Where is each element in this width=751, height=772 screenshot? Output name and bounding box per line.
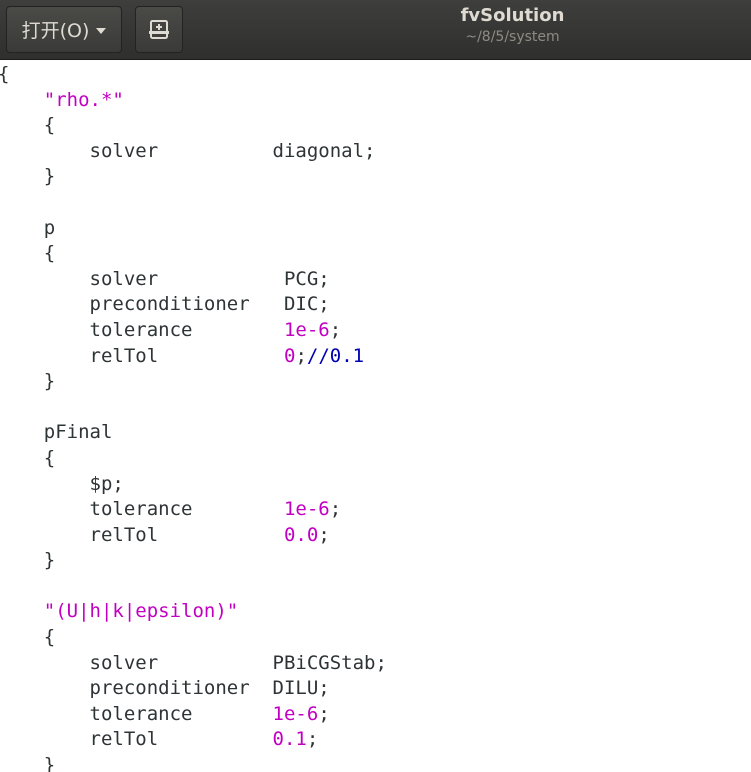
code-token: tolerance	[0, 498, 284, 521]
code-line: preconditioner DILU;	[0, 676, 387, 702]
code-token: 0.1	[272, 728, 307, 751]
code-token: relTol	[0, 523, 284, 546]
code-line: }	[0, 164, 387, 190]
code-line: relTol 0;//0.1	[0, 344, 387, 370]
code-line: "rho.*"	[0, 88, 387, 114]
code-line: tolerance 1e-6;	[0, 702, 387, 728]
code-token: 1e-6	[272, 702, 319, 725]
code-token: solver PBiCGStab;	[0, 651, 387, 674]
text-editor-area[interactable]: { "rho.*" { solver diagonal; } p { solve…	[0, 60, 751, 772]
code-line: "(U|h|k|epsilon)"	[0, 599, 387, 625]
code-line: $p;	[0, 472, 387, 498]
save-document-button[interactable]	[135, 6, 183, 53]
code-token: ;	[306, 728, 319, 751]
code-line: tolerance 1e-6;	[0, 318, 387, 344]
code-token: ;	[318, 702, 330, 725]
save-document-icon	[149, 19, 169, 39]
code-token: "rho.*"	[43, 88, 124, 111]
code-line: {	[0, 241, 387, 267]
code-token: ;	[295, 344, 307, 367]
code-token: 1e-6	[283, 498, 330, 521]
code-token: {	[0, 114, 56, 137]
code-token: relTol	[0, 728, 273, 751]
code-token: {	[0, 446, 56, 469]
code-token: p	[0, 216, 56, 239]
code-line: {	[0, 62, 387, 88]
code-line: solver diagonal;	[0, 139, 387, 165]
window-title: fvSolution	[460, 5, 565, 26]
code-line: preconditioner DIC;	[0, 292, 387, 318]
code-token: preconditioner DILU;	[0, 677, 330, 700]
code-token: 0	[283, 344, 296, 367]
code-token: pFinal	[0, 421, 113, 444]
code-line: relTol 0.0;	[0, 523, 387, 549]
code-token: solver PCG;	[0, 267, 330, 290]
code-line: solver PBiCGStab;	[0, 651, 387, 677]
code-token: {	[0, 626, 56, 649]
code-line: }	[0, 753, 387, 772]
open-menu-button[interactable]: 打开(O)	[6, 6, 122, 53]
code-token: }	[0, 370, 56, 393]
code-token: }	[0, 165, 56, 188]
code-token: }	[0, 754, 56, 772]
code-line: {	[0, 446, 387, 472]
header-bar: 打开(O) fvSolution ~/8/5/system	[0, 0, 751, 60]
code-line: pFinal	[0, 420, 387, 446]
code-line: {	[0, 113, 387, 139]
code-token: tolerance	[0, 702, 273, 725]
code-line: solver PCG;	[0, 267, 387, 293]
code-token: 1e-6	[283, 318, 330, 341]
code-line: {	[0, 625, 387, 651]
code-token: $p;	[0, 472, 124, 495]
code-token: tolerance	[0, 318, 284, 341]
chevron-down-icon	[96, 27, 107, 34]
window-title-area: fvSolution ~/8/5/system	[380, 5, 645, 47]
code-token: }	[0, 549, 56, 572]
window-subtitle-path: ~/8/5/system	[465, 29, 560, 45]
code-token: //0.1	[306, 344, 365, 367]
code-token: {	[0, 63, 9, 85]
code-token: {	[0, 242, 56, 265]
code-token: ;	[329, 318, 342, 341]
code-line: }	[0, 369, 387, 395]
code-line: tolerance 1e-6;	[0, 497, 387, 523]
code-token: ;	[318, 523, 330, 546]
code-token: ;	[329, 498, 342, 521]
open-button-label: 打开(O)	[21, 20, 90, 42]
code-token: preconditioner DIC;	[0, 293, 330, 316]
code-token: 0.0	[283, 523, 319, 546]
code-token: relTol	[0, 344, 284, 367]
code-token: "(U|h|k|epsilon)"	[43, 600, 239, 623]
code-line: relTol 0.1;	[0, 727, 387, 753]
code-line: }	[0, 548, 387, 574]
code-view[interactable]: { "rho.*" { solver diagonal; } p { solve…	[0, 62, 387, 772]
code-line: p	[0, 216, 387, 242]
code-token: solver diagonal;	[0, 139, 376, 162]
